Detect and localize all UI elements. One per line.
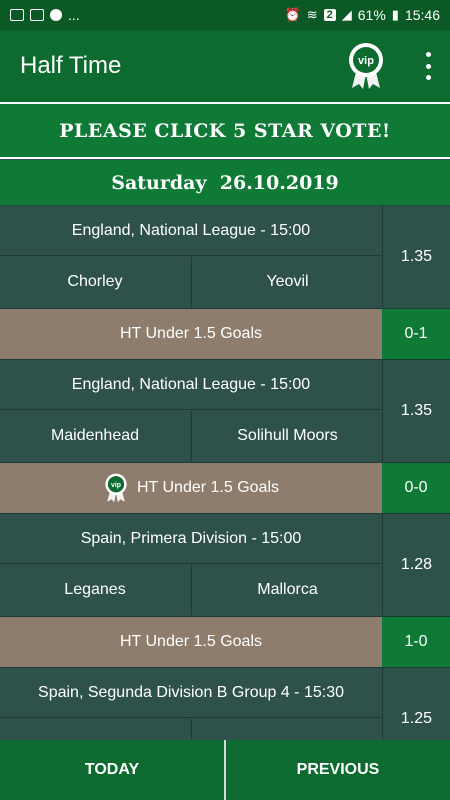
app-title: Half Time	[20, 52, 122, 79]
battery-percent: 61%	[357, 7, 386, 23]
ht-result: 1-0	[382, 616, 450, 667]
league-time: England, National League - 15:00	[0, 206, 382, 256]
home-team	[0, 719, 190, 740]
match-card[interactable]: Spain, Primera Division - 15:00 Leganes …	[0, 514, 450, 668]
status-bar: ... ⏰ ≋ 2 ◢ 61% ▮ 15:46	[0, 0, 450, 30]
svg-text:vip: vip	[111, 482, 121, 489]
match-card[interactable]: England, National League - 15:00 Chorley…	[0, 206, 450, 360]
league-time: Spain, Primera Division - 15:00	[0, 514, 382, 564]
odds: 1.35	[382, 206, 450, 307]
match-card[interactable]: England, National League - 15:00 Maidenh…	[0, 360, 450, 514]
svg-text:vip: vip	[358, 55, 374, 67]
home-team: Leganes	[0, 565, 190, 615]
notifications-more: ...	[68, 7, 80, 23]
ht-result: 0-1	[382, 308, 450, 359]
today-button[interactable]: TODAY	[0, 740, 224, 800]
bottom-nav: TODAY PREVIOUS	[0, 740, 450, 800]
sim-badge: 2	[323, 9, 336, 21]
app-bar: Half Time vip	[0, 30, 450, 102]
previous-button[interactable]: PREVIOUS	[226, 740, 450, 800]
home-team: Chorley	[0, 257, 190, 307]
overflow-menu-icon[interactable]	[422, 52, 434, 80]
date-header: Saturday 26.10.2019	[0, 160, 450, 206]
ht-result: 0-0	[382, 462, 450, 513]
tip-label: HT Under 1.5 Goals	[120, 633, 262, 650]
tip-label: HT Under 1.5 Goals	[120, 325, 262, 342]
odds: 1.28	[382, 514, 450, 615]
alarm-icon: ⏰	[284, 7, 301, 22]
signal-icon: ◢	[341, 7, 352, 22]
odds: 1.25	[382, 668, 450, 740]
globe-icon	[50, 9, 62, 21]
odds: 1.35	[382, 360, 450, 461]
battery-icon: ▮	[391, 7, 399, 22]
away-team: Solihull Moors	[191, 411, 383, 461]
vote-banner[interactable]: PLEASE CLICK 5 STAR VOTE!	[0, 102, 450, 159]
away-team: Yeovil	[191, 257, 383, 307]
league-time: England, National League - 15:00	[0, 360, 382, 410]
match-card[interactable]: Spain, Segunda Division B Group 4 - 15:3…	[0, 668, 450, 740]
away-team: Mallorca	[191, 565, 383, 615]
cloud-download-icon	[30, 9, 44, 21]
tip-label: HT Under 1.5 Goals	[137, 479, 279, 496]
tip-row: HT Under 1.5 Goals	[0, 616, 382, 667]
tip-row: vip HT Under 1.5 Goals	[0, 462, 382, 513]
wifi-icon: ≋	[306, 7, 318, 22]
tip-row: HT Under 1.5 Goals	[0, 308, 382, 359]
vip-badge-icon[interactable]: vip	[347, 42, 385, 90]
away-team	[191, 719, 383, 740]
match-list[interactable]: England, National League - 15:00 Chorley…	[0, 206, 450, 740]
clock: 15:46	[404, 7, 440, 23]
image-icon	[10, 9, 24, 21]
home-team: Maidenhead	[0, 411, 190, 461]
vip-badge-icon: vip	[105, 473, 127, 503]
league-time: Spain, Segunda Division B Group 4 - 15:3…	[0, 668, 382, 718]
